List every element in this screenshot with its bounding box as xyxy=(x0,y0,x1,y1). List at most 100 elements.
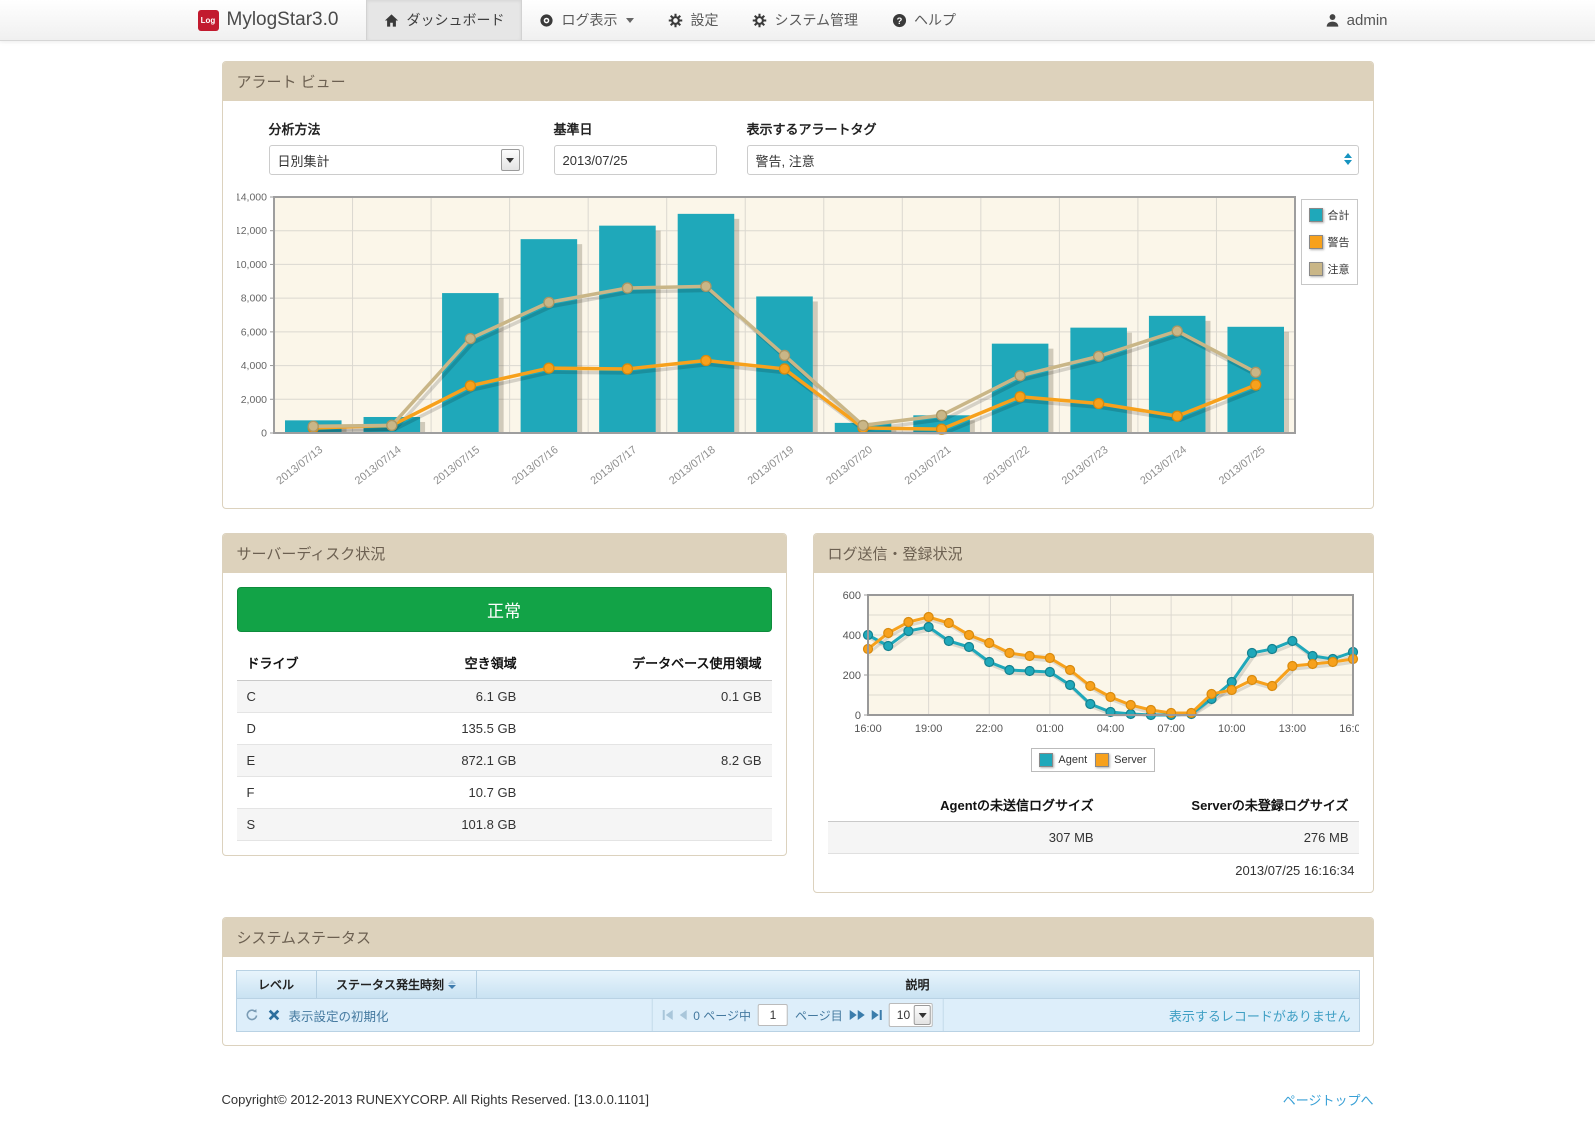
tab-label: ヘルプ xyxy=(914,12,957,28)
select-dropdown-button[interactable] xyxy=(500,149,520,171)
svg-text:13:00: 13:00 xyxy=(1278,723,1306,735)
legend-item-caution: 注意 xyxy=(1308,261,1350,277)
svg-text:2013/07/15: 2013/07/15 xyxy=(431,444,482,487)
svg-text:07:00: 07:00 xyxy=(1157,723,1185,735)
col-server-unregistered: Serverの未登録ログサイズ xyxy=(1103,788,1359,822)
page-number-input[interactable] xyxy=(758,1004,789,1026)
tab-log-view[interactable]: ログ表示 xyxy=(522,0,651,40)
svg-text:2013/07/17: 2013/07/17 xyxy=(588,444,639,487)
legend-item-agent: Agent xyxy=(1039,753,1087,767)
svg-text:2,000: 2,000 xyxy=(240,394,266,406)
system-status-title: システムステータス xyxy=(222,918,1373,957)
base-date-label: 基準日 xyxy=(553,122,593,137)
gear-icon xyxy=(752,13,767,28)
col-level[interactable]: レベル xyxy=(237,971,317,998)
legend-swatch-total xyxy=(1308,208,1323,222)
clear-settings-icon[interactable] xyxy=(268,1009,280,1021)
svg-text:8,000: 8,000 xyxy=(240,293,266,305)
col-status-time[interactable]: ステータス発生時刻 xyxy=(317,971,477,998)
alert-chart-legend: 合計 警告 注意 xyxy=(1300,199,1358,285)
tab-settings[interactable]: 設定 xyxy=(651,0,735,40)
question-circle-icon: ? xyxy=(892,13,907,28)
svg-text:22:00: 22:00 xyxy=(975,723,1003,735)
page-suffix-text: ページ目 xyxy=(795,1008,843,1023)
svg-text:2013/07/13: 2013/07/13 xyxy=(274,444,325,487)
legend-swatch-caution xyxy=(1308,262,1323,276)
brand: Log MylogStar3.0 xyxy=(197,0,367,40)
log-size-table: Agentの未送信ログサイズ Serverの未登録ログサイズ 307 MB 27… xyxy=(827,788,1359,854)
prev-page-button[interactable] xyxy=(679,1010,687,1020)
alert-chart-area: 0 2,000 4,000 6,000 8,000 10,000 12,000 14,000 2… xyxy=(234,192,1359,494)
svg-text:14,000: 14,000 xyxy=(237,193,267,204)
alert-tag-select[interactable]: 警告, 注意 xyxy=(746,145,1359,175)
user-menu[interactable]: admin xyxy=(1325,0,1398,40)
svg-text:2013/07/16: 2013/07/16 xyxy=(509,444,560,487)
base-date-value: 2013/07/25 xyxy=(562,152,628,168)
system-status-panel: システムステータス レベル ステータス発生時刻 説明 表示設定の初期化 0 ペー… xyxy=(221,917,1374,1046)
tab-label: システム管理 xyxy=(774,12,859,28)
table-row: D 135.5 GB xyxy=(236,712,772,745)
page-size-select[interactable]: 10 xyxy=(888,1003,933,1027)
page-footer: Copyright© 2012-2013 RUNEXYCORP. All Rig… xyxy=(222,1090,1374,1109)
svg-text:200: 200 xyxy=(842,670,860,682)
svg-text:2013/07/14: 2013/07/14 xyxy=(352,444,403,487)
disk-status-button[interactable]: 正常 xyxy=(236,587,772,632)
tab-label: ダッシュボード xyxy=(406,12,505,28)
svg-text:10,000: 10,000 xyxy=(237,259,267,271)
table-row: E 872.1 GB 8.2 GB xyxy=(236,744,772,777)
svg-text:2013/07/22: 2013/07/22 xyxy=(981,444,1032,487)
svg-text:04:00: 04:00 xyxy=(1096,723,1124,735)
svg-text:0: 0 xyxy=(261,428,267,440)
base-date-input[interactable]: 2013/07/25 xyxy=(553,145,717,175)
tab-label: ログ表示 xyxy=(561,12,618,28)
navbar: Log MylogStar3.0 ダッシュボード ログ表示 設定 システム管理 … xyxy=(0,0,1595,41)
refresh-icon[interactable] xyxy=(245,1008,259,1022)
analysis-method-value: 日別集計 xyxy=(277,153,330,169)
sort-icon[interactable] xyxy=(448,980,456,989)
tab-dashboard[interactable]: ダッシュボード xyxy=(366,0,523,40)
disk-status-panel: サーバーディスク状況 正常 ドライブ 空き領域 データベース使用領域 C 6.1… xyxy=(221,533,787,856)
col-drive: ドライブ xyxy=(236,645,397,681)
svg-text:0: 0 xyxy=(854,710,860,722)
table-row: C 6.1 GB 0.1 GB xyxy=(236,680,772,713)
svg-text:12,000: 12,000 xyxy=(237,225,267,237)
analysis-method-select[interactable]: 日別集計 xyxy=(268,145,524,175)
next-page-button[interactable] xyxy=(849,1010,865,1020)
pagination: 0 ページ中 ページ目 10 xyxy=(651,999,944,1031)
updown-arrows-icon xyxy=(1343,153,1352,165)
svg-text:6,000: 6,000 xyxy=(240,326,266,338)
app-logo-icon: Log xyxy=(197,9,219,31)
svg-text:2013/07/23: 2013/07/23 xyxy=(1059,444,1110,487)
legend-item-server: Server xyxy=(1095,753,1147,767)
alert-view-panel: アラート ビュー 分析方法 日別集計 基準日 2013/07/25 表示するアラ… xyxy=(221,61,1374,509)
svg-text:10:00: 10:00 xyxy=(1217,723,1245,735)
table-row: 307 MB 276 MB xyxy=(827,821,1359,854)
svg-text:2013/07/21: 2013/07/21 xyxy=(902,444,953,487)
eye-icon xyxy=(539,13,554,28)
tab-system-admin[interactable]: システム管理 xyxy=(735,0,875,40)
nav-tabs: ダッシュボード ログ表示 設定 システム管理 ? ヘルプ xyxy=(366,0,973,40)
gear-icon xyxy=(668,13,683,28)
last-page-button[interactable] xyxy=(871,1010,882,1020)
svg-text:?: ? xyxy=(897,15,903,25)
svg-text:2013/07/18: 2013/07/18 xyxy=(667,444,718,487)
reset-display-settings-label[interactable]: 表示設定の初期化 xyxy=(289,1006,389,1025)
log-chart-legend: Agent Server xyxy=(828,748,1359,772)
col-description[interactable]: 説明 xyxy=(477,971,1359,998)
svg-text:16:00: 16:00 xyxy=(1339,723,1359,735)
select-dropdown-button[interactable] xyxy=(913,1005,931,1025)
svg-text:2013/07/24: 2013/07/24 xyxy=(1138,444,1189,487)
page-count-text: 0 ページ中 xyxy=(693,1008,752,1023)
svg-text:2013/07/19: 2013/07/19 xyxy=(745,444,796,487)
tab-help[interactable]: ? ヘルプ xyxy=(875,0,973,40)
alert-tag-value: 警告, 注意 xyxy=(755,153,815,169)
svg-text:01:00: 01:00 xyxy=(1036,723,1064,735)
legend-item-total: 合計 xyxy=(1308,207,1350,223)
legend-swatch-agent xyxy=(1039,753,1054,767)
page-top-link[interactable]: ページトップへ xyxy=(1283,1090,1374,1109)
home-icon xyxy=(384,13,399,28)
app-title: MylogStar3.0 xyxy=(226,9,339,30)
system-status-grid: レベル ステータス発生時刻 説明 表示設定の初期化 0 ページ中 1 ページ目 … xyxy=(235,970,1360,1032)
first-page-button[interactable] xyxy=(662,1010,673,1020)
empty-records-message: 表示するレコードがありません xyxy=(1168,1008,1351,1024)
